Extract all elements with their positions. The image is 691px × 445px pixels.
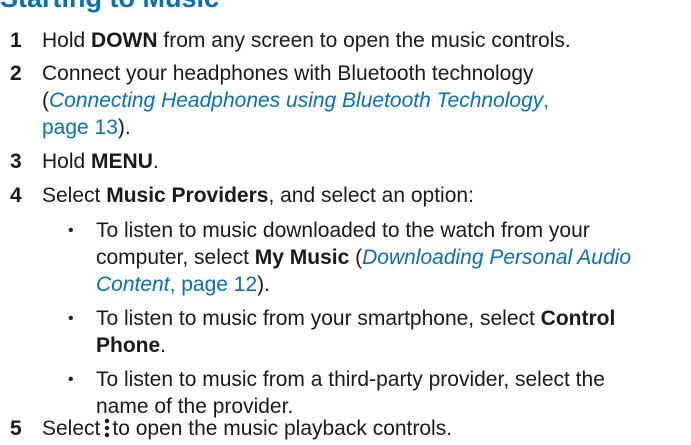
bullet: • [68,371,74,388]
step-text: Connect your headphones with Bluetooth t… [42,62,550,139]
vertical-ellipsis-icon [104,418,110,438]
link-page-13[interactable]: page 13 [42,116,118,139]
step-number: 3 [10,150,22,173]
link-page-12[interactable]: , page 12 [170,273,258,296]
step-number: 4 [10,184,22,207]
bullet: • [68,222,74,239]
section-heading: Starting to Music [0,0,219,14]
option-text: To listen to music from a third-party pr… [96,368,605,418]
link-content[interactable]: Content [96,273,170,296]
option-text: To listen to music from your smartphone,… [96,307,616,357]
link-downloading-audio[interactable]: Downloading Personal Audio [362,246,631,269]
step-number: 1 [10,29,22,52]
step-text: Hold DOWN from any screen to open the mu… [42,29,571,52]
step-text: Select Music Providers, and select an op… [42,184,474,207]
link-connecting-headphones[interactable]: Connecting Headphones using Bluetooth Te… [49,89,543,112]
option-text: To listen to music downloaded to the wat… [96,219,632,296]
step-number: 2 [10,62,22,85]
bullet: • [68,310,74,327]
step-text: Hold MENU. [42,150,159,173]
